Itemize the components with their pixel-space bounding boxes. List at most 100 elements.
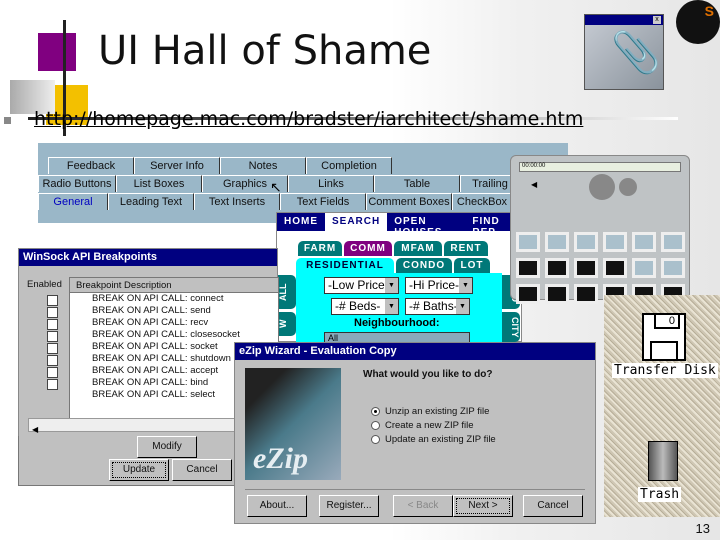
low-price-value: -Low Price- [328, 278, 389, 292]
enabled-checkbox[interactable] [47, 331, 58, 342]
player-grid-cell[interactable] [545, 284, 569, 304]
tab-general[interactable]: General [38, 193, 108, 210]
tab-notes[interactable]: Notes [220, 157, 306, 174]
bullet-icon [4, 117, 11, 124]
player-grid-cell[interactable] [545, 232, 569, 252]
tab-text-inserts[interactable]: Text Inserts [194, 193, 280, 210]
player-grid-cell[interactable] [603, 258, 627, 278]
radio-icon [371, 420, 380, 430]
tab-text-fields[interactable]: Text Fields [280, 193, 366, 210]
player-grid-cell[interactable] [632, 258, 656, 278]
player-grid-cell[interactable] [661, 232, 685, 252]
side-tab-all[interactable]: ALL [278, 275, 296, 309]
tab-links[interactable]: Links [288, 175, 374, 192]
nav-search[interactable]: SEARCH [325, 213, 388, 231]
enabled-checkbox[interactable] [47, 367, 58, 378]
breakpoint-item[interactable]: BREAK ON API CALL: closesocket [70, 329, 278, 341]
disk-glyph: 0 [654, 315, 680, 329]
hi-price-select[interactable]: -Hi Price- ▼ [405, 277, 473, 294]
column-header[interactable]: Breakpoint Description [70, 278, 278, 293]
player-grid-cell[interactable] [574, 258, 598, 278]
tab-completion[interactable]: Completion [306, 157, 392, 174]
low-price-select[interactable]: -Low Price- ▼ [324, 277, 399, 294]
horizontal-scrollbar[interactable]: ◀ [28, 418, 268, 434]
enabled-checkbox[interactable] [47, 355, 58, 366]
cancel-button[interactable]: Cancel [172, 459, 232, 481]
beds-value: -# Beds- [335, 299, 381, 313]
nav-open-houses[interactable]: OPEN HOUSES [387, 213, 465, 238]
option-create[interactable]: Create a new ZIP file [371, 418, 496, 432]
ezip-question: What would you like to do? [363, 369, 493, 380]
player-grid-cell[interactable] [603, 232, 627, 252]
tab-comment-boxes[interactable]: Comment Boxes [366, 193, 452, 210]
desktop-area: 0 Transfer Disk Trash [604, 295, 720, 517]
enabled-checkbox[interactable] [47, 343, 58, 354]
close-icon[interactable]: x [653, 16, 661, 24]
tab-leading-text[interactable]: Leading Text [108, 193, 194, 210]
player-grid-cell[interactable] [545, 258, 569, 278]
breakpoint-item[interactable]: BREAK ON API CALL: connect [70, 293, 278, 305]
modify-button[interactable]: Modify [137, 436, 197, 458]
register-button[interactable]: Register... [319, 495, 379, 517]
trash-label[interactable]: Trash [638, 487, 682, 502]
enabled-checkbox[interactable] [47, 295, 58, 306]
ezip-dialog: eZip Wizard - Evaluation Copy eZip What … [234, 342, 596, 524]
player-grid-cell[interactable] [574, 232, 598, 252]
tab-table[interactable]: Table [374, 175, 460, 192]
nav-home[interactable]: HOME [277, 213, 325, 231]
baths-value: -# Baths- [409, 299, 458, 313]
enabled-label: Enabled [27, 279, 62, 290]
radio-icon [371, 406, 380, 416]
slide-title: UI Hall of Shame [98, 28, 432, 74]
option-unzip[interactable]: Unzip an existing ZIP file [371, 404, 496, 418]
beds-select[interactable]: -# Beds- ▼ [331, 298, 399, 315]
side-tab-city[interactable]: CITY [502, 312, 520, 342]
page-number: 13 [695, 521, 710, 536]
tab-farm[interactable]: FARM [298, 241, 342, 256]
about-button[interactable]: About... [247, 495, 307, 517]
option-update[interactable]: Update an existing ZIP file [371, 432, 496, 446]
update-button[interactable]: Update [109, 459, 169, 481]
player-grid-cell[interactable] [516, 232, 540, 252]
breakpoint-item[interactable]: BREAK ON API CALL: recv [70, 317, 278, 329]
tab-checkbox[interactable]: CheckBox [452, 193, 512, 210]
player-grid-cell[interactable] [661, 258, 685, 278]
paperclip-icon: 📎 [611, 31, 661, 75]
tab-residential[interactable]: RESIDENTIAL [296, 258, 394, 273]
media-player: 00:00:00 ◀ [510, 155, 690, 300]
play-button[interactable] [589, 174, 615, 200]
player-grid-cell[interactable] [516, 284, 540, 304]
player-grid-cell[interactable] [574, 284, 598, 304]
player-grid-cell[interactable] [516, 258, 540, 278]
tab-rent[interactable]: RENT [444, 241, 488, 256]
side-tab-w[interactable]: W [278, 312, 296, 336]
breakpoint-item[interactable]: BREAK ON API CALL: send [70, 305, 278, 317]
floppy-disk-icon[interactable]: 0 [642, 313, 686, 361]
time-display: 00:00:00 [519, 162, 681, 172]
decor-purple-square [38, 33, 76, 71]
next-button[interactable]: Next > [453, 495, 513, 517]
tab-radio-buttons[interactable]: Radio Buttons [38, 175, 116, 192]
transfer-disk-label[interactable]: Transfer Disk [612, 363, 718, 378]
enabled-checkbox[interactable] [47, 379, 58, 390]
tab-mfam[interactable]: MFAM [394, 241, 442, 256]
player-grid-cell[interactable] [632, 232, 656, 252]
enabled-checkbox[interactable] [47, 307, 58, 318]
ezip-cancel-button[interactable]: Cancel [523, 495, 583, 517]
scroll-left-icon[interactable]: ◀ [29, 425, 38, 434]
tab-condo[interactable]: CONDO [396, 258, 452, 273]
tab-lot[interactable]: LOT [454, 258, 490, 273]
enabled-checkbox[interactable] [47, 319, 58, 330]
tab-list-boxes[interactable]: List Boxes [116, 175, 202, 192]
volume-icon[interactable]: ◀ [531, 180, 537, 189]
url-link[interactable]: http://homepage.mac.com/bradster/iarchit… [34, 108, 583, 130]
tab-server-info[interactable]: Server Info [134, 157, 220, 174]
trash-icon[interactable] [648, 441, 678, 481]
back-button[interactable]: < Back [393, 495, 453, 517]
tab-comm[interactable]: COMM [344, 241, 392, 256]
baths-select[interactable]: -# Baths- ▼ [405, 298, 470, 315]
dropdown-arrow-icon: ▼ [385, 278, 398, 293]
dropdown-arrow-icon: ▼ [459, 278, 472, 293]
tab-feedback[interactable]: Feedback [48, 157, 134, 174]
pause-button[interactable] [619, 178, 637, 196]
